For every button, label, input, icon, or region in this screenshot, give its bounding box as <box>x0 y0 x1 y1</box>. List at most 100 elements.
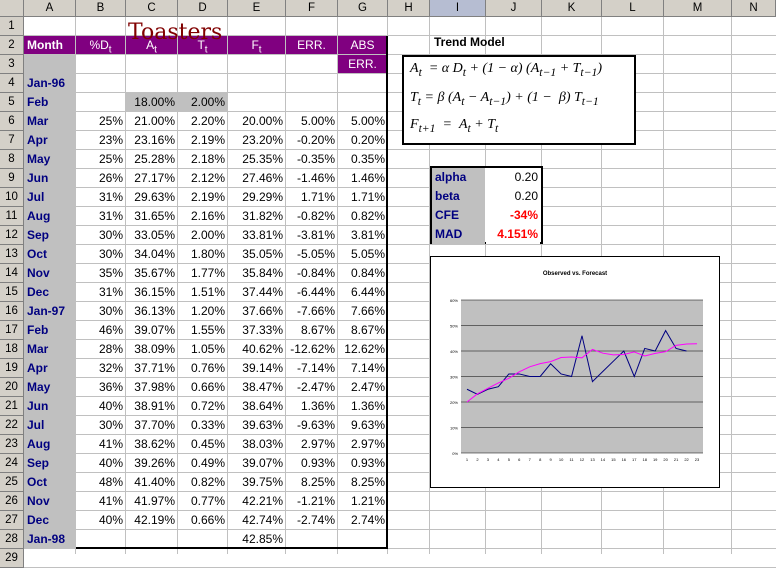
month-cell[interactable]: Aug <box>24 435 75 453</box>
month-cell[interactable]: Nov <box>24 264 75 282</box>
month-cell[interactable]: Nov <box>24 492 75 510</box>
row-header-3[interactable]: 3 <box>0 55 24 74</box>
trend-cell[interactable]: 0.77% <box>178 492 227 510</box>
pct-demand-cell[interactable]: 40% <box>76 397 125 415</box>
column-header-L[interactable]: L <box>602 0 664 17</box>
abs-error-cell[interactable]: 5.00% <box>338 112 387 130</box>
pct-demand-cell[interactable]: 23% <box>76 131 125 149</box>
abs-error-cell[interactable]: 3.81% <box>338 226 387 244</box>
forecast-cell[interactable]: 39.63% <box>228 416 285 434</box>
row-header-20[interactable]: 20 <box>0 378 24 397</box>
abs-error-cell[interactable]: 12.62% <box>338 340 387 358</box>
abs-error-cell[interactable]: 2.74% <box>338 511 387 529</box>
level-cell[interactable]: 41.97% <box>126 492 177 510</box>
month-cell[interactable]: Jan-96 <box>24 74 75 92</box>
pct-demand-cell[interactable]: 35% <box>76 264 125 282</box>
abs-error-cell[interactable]: 1.21% <box>338 492 387 510</box>
month-cell[interactable]: Apr <box>24 359 75 377</box>
month-cell[interactable]: Sep <box>24 454 75 472</box>
month-cell[interactable]: Dec <box>24 511 75 529</box>
row-header-22[interactable]: 22 <box>0 416 24 435</box>
error-cell[interactable]: -6.44% <box>286 283 337 301</box>
abs-error-cell[interactable]: 0.82% <box>338 207 387 225</box>
pct-demand-cell[interactable]: 32% <box>76 359 125 377</box>
error-cell[interactable]: 0.93% <box>286 454 337 472</box>
month-cell[interactable]: Dec <box>24 283 75 301</box>
abs-error-cell[interactable]: 7.14% <box>338 359 387 377</box>
forecast-cell[interactable]: 42.74% <box>228 511 285 529</box>
trend-cell[interactable] <box>178 74 227 92</box>
forecast-cell[interactable]: 40.62% <box>228 340 285 358</box>
abs-error-cell[interactable]: 8.67% <box>338 321 387 339</box>
month-cell[interactable]: Feb <box>24 321 75 339</box>
row-header-11[interactable]: 11 <box>0 207 24 226</box>
column-header-C[interactable]: C <box>126 0 178 17</box>
month-cell[interactable]: Oct <box>24 473 75 491</box>
trend-cell[interactable]: 0.33% <box>178 416 227 434</box>
row-header-4[interactable]: 4 <box>0 74 24 93</box>
level-cell[interactable]: 31.65% <box>126 207 177 225</box>
forecast-cell[interactable]: 23.20% <box>228 131 285 149</box>
forecast-cell[interactable]: 35.05% <box>228 245 285 263</box>
row-header-13[interactable]: 13 <box>0 245 24 264</box>
trend-cell[interactable]: 0.66% <box>178 378 227 396</box>
month-cell[interactable]: Mar <box>24 112 75 130</box>
param-value-beta[interactable]: 0.20 <box>486 187 540 206</box>
level-cell[interactable]: 42.19% <box>126 511 177 529</box>
pct-demand-cell[interactable]: 31% <box>76 207 125 225</box>
forecast-cell[interactable]: 33.81% <box>228 226 285 244</box>
level-cell[interactable] <box>126 530 177 548</box>
month-cell[interactable]: Sep <box>24 226 75 244</box>
level-cell[interactable]: 35.67% <box>126 264 177 282</box>
header-error[interactable]: ERR. <box>286 36 337 54</box>
pct-demand-cell[interactable]: 26% <box>76 169 125 187</box>
forecast-cell[interactable]: 38.47% <box>228 378 285 396</box>
column-header-A[interactable]: A <box>24 0 76 17</box>
trend-cell[interactable]: 0.76% <box>178 359 227 377</box>
abs-error-cell[interactable]: 5.05% <box>338 245 387 263</box>
trend-cell[interactable]: 2.00% <box>178 93 227 111</box>
month-cell[interactable]: Aug <box>24 207 75 225</box>
forecast-cell[interactable]: 39.14% <box>228 359 285 377</box>
forecast-cell[interactable]: 38.03% <box>228 435 285 453</box>
abs-error-cell[interactable]: 7.66% <box>338 302 387 320</box>
row-header-28[interactable]: 28 <box>0 530 24 549</box>
forecast-cell[interactable]: 29.29% <box>228 188 285 206</box>
month-cell[interactable]: May <box>24 378 75 396</box>
forecast-cell[interactable]: 38.64% <box>228 397 285 415</box>
error-cell[interactable]: 2.97% <box>286 435 337 453</box>
forecast-cell[interactable]: 37.33% <box>228 321 285 339</box>
param-value-MAD[interactable]: 4.151% <box>486 225 540 244</box>
forecast-cell[interactable]: 37.66% <box>228 302 285 320</box>
month-cell[interactable]: Oct <box>24 245 75 263</box>
trend-cell[interactable]: 1.77% <box>178 264 227 282</box>
abs-error-cell[interactable]: 1.36% <box>338 397 387 415</box>
pct-demand-cell[interactable]: 30% <box>76 226 125 244</box>
pct-demand-cell[interactable]: 40% <box>76 511 125 529</box>
month-cell[interactable]: Jun <box>24 397 75 415</box>
row-header-21[interactable]: 21 <box>0 397 24 416</box>
row-header-24[interactable]: 24 <box>0 454 24 473</box>
column-header-J[interactable]: J <box>486 0 542 17</box>
row-header-7[interactable]: 7 <box>0 131 24 150</box>
abs-error-cell[interactable]: 0.84% <box>338 264 387 282</box>
month-cell[interactable]: Jul <box>24 188 75 206</box>
trend-cell[interactable]: 0.49% <box>178 454 227 472</box>
pct-demand-cell[interactable]: 28% <box>76 340 125 358</box>
row-header-1[interactable]: 1 <box>0 17 24 36</box>
row-header-9[interactable]: 9 <box>0 169 24 188</box>
header-abs[interactable]: ABS <box>338 36 387 54</box>
error-cell[interactable]: -0.35% <box>286 150 337 168</box>
pct-demand-cell[interactable]: 31% <box>76 188 125 206</box>
pct-demand-cell[interactable]: 48% <box>76 473 125 491</box>
month-cell[interactable]: Jan-98 <box>24 530 75 548</box>
error-cell[interactable]: -1.46% <box>286 169 337 187</box>
trend-cell[interactable]: 0.82% <box>178 473 227 491</box>
forecast-cell[interactable]: 35.84% <box>228 264 285 282</box>
pct-demand-cell[interactable] <box>76 530 125 548</box>
pct-demand-cell[interactable]: 25% <box>76 112 125 130</box>
level-cell[interactable]: 33.05% <box>126 226 177 244</box>
error-cell[interactable]: 1.71% <box>286 188 337 206</box>
forecast-cell[interactable]: 42.21% <box>228 492 285 510</box>
forecast-cell[interactable]: 39.07% <box>228 454 285 472</box>
